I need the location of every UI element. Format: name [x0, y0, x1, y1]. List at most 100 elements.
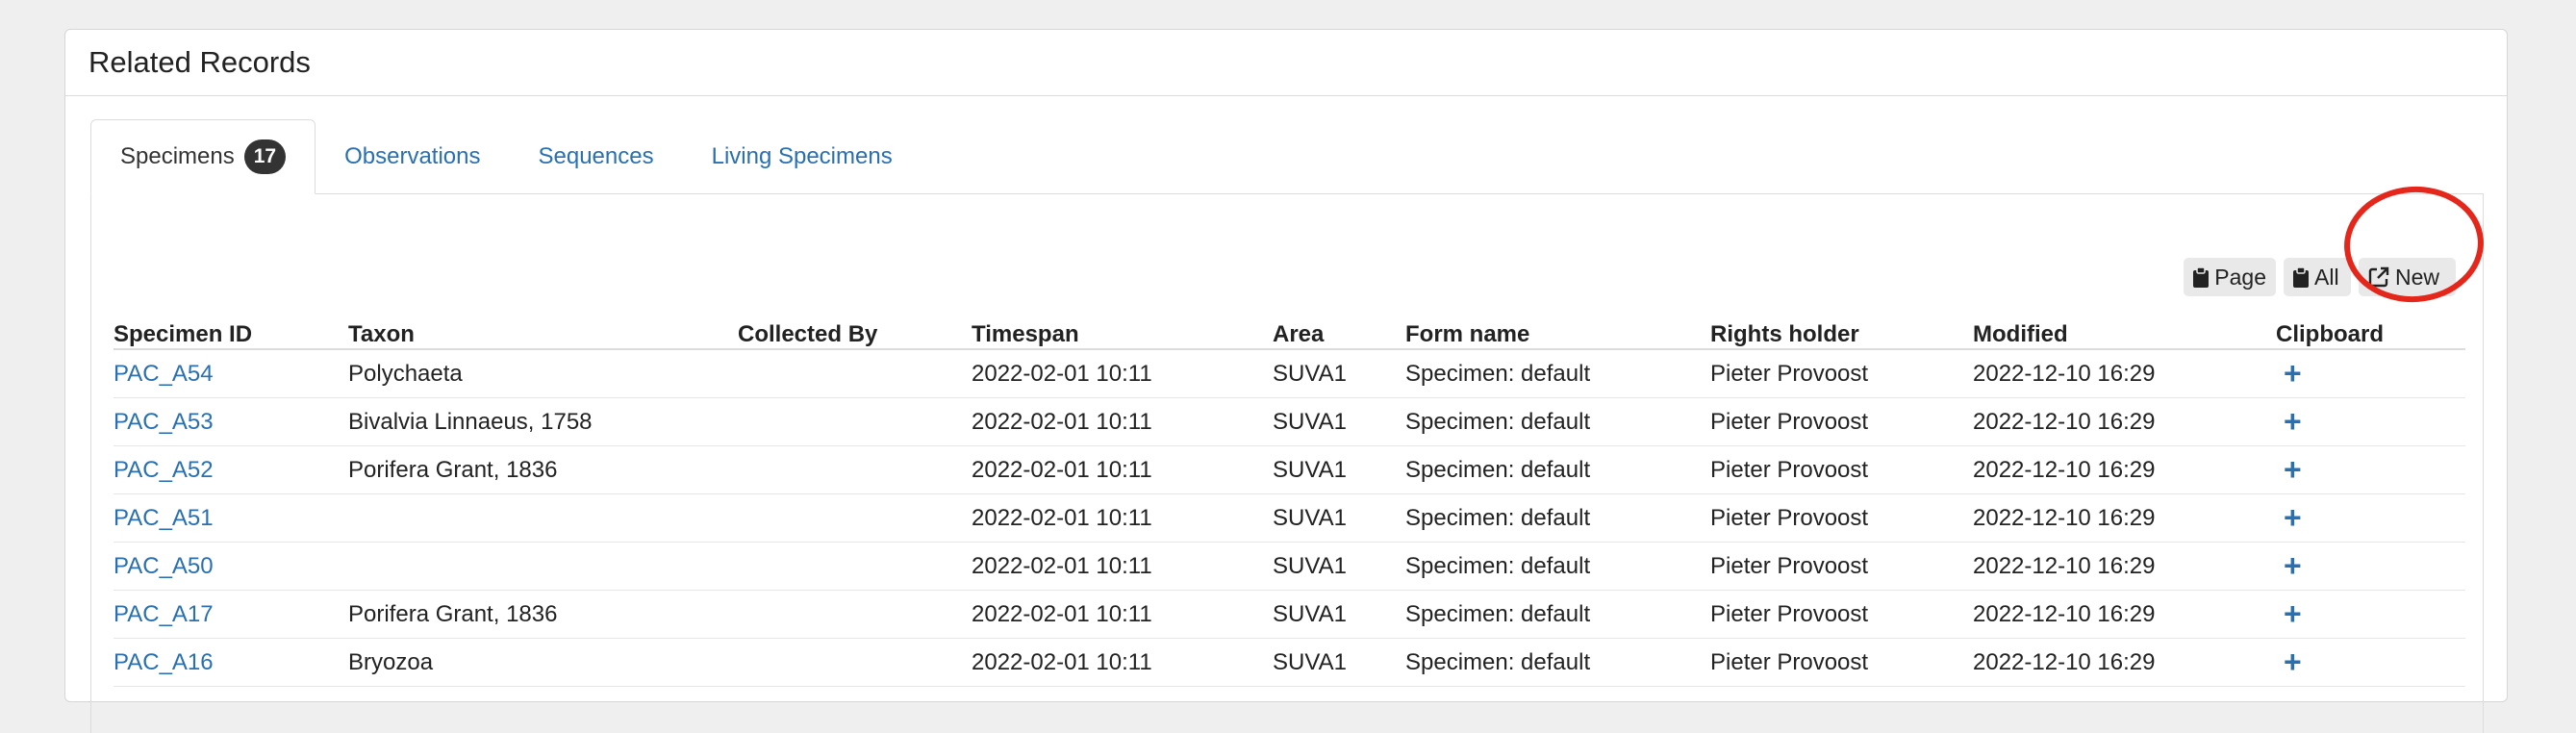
table-cell	[348, 542, 738, 591]
table-cell	[738, 638, 972, 687]
form-name-cell: Specimen: default	[1405, 552, 1591, 579]
table-cell: 2022-02-01 10:11	[972, 445, 1273, 494]
copy-all-to-clipboard-button[interactable]: All	[2284, 258, 2351, 296]
table-cell: Porifera Grant, 1836	[348, 590, 738, 639]
table-cell: Porifera Grant, 1836	[348, 445, 738, 494]
header-form-name[interactable]: Form name	[1405, 314, 1710, 350]
table-cell: 2022-12-10 16:29	[1973, 638, 2276, 687]
header-rights-holder[interactable]: Rights holder	[1710, 314, 1973, 350]
table-cell: Bryozoa	[348, 638, 738, 687]
table-cell: +	[2276, 542, 2465, 591]
add-to-clipboard-button[interactable]: +	[2276, 356, 2302, 391]
header-timespan[interactable]: Timespan	[972, 314, 1273, 350]
area-cell: SUVA1	[1273, 408, 1347, 435]
specimen-id-link[interactable]: PAC_A16	[114, 649, 214, 675]
table-cell: Pieter Provoost	[1710, 349, 1973, 398]
table-row: PAC_A16 Bryozoa 2022-02-01 10:11 SUVA1 Speci…	[114, 638, 2465, 687]
table-cell: Specimen: default	[1405, 542, 1710, 591]
tab-observations[interactable]: Observations	[316, 119, 509, 193]
rights-holder-cell: Pieter Provoost	[1710, 360, 1869, 387]
specimen-id-link[interactable]: PAC_A53	[114, 409, 214, 435]
add-to-clipboard-button[interactable]: +	[2276, 548, 2302, 583]
table-cell	[738, 349, 972, 398]
tab-specimens-label: Specimens	[120, 143, 235, 169]
tabs-area: Specimens 17 Observations Sequences Livi…	[90, 119, 2484, 194]
table-row: PAC_A53 Bivalvia Linnaeus, 1758 2022-02-01…	[114, 397, 2465, 446]
table-row: PAC_A52 Porifera Grant, 1836 2022-02-01 10…	[114, 445, 2465, 494]
table-cell	[738, 445, 972, 494]
add-to-clipboard-button[interactable]: +	[2276, 645, 2302, 679]
table-cell: 2022-02-01 10:11	[972, 397, 1273, 446]
area-cell: SUVA1	[1273, 456, 1347, 483]
header-specimen-id[interactable]: Specimen ID	[114, 314, 348, 350]
table-row: PAC_A50 2022-02-01 10:11 SUVA1 Specimen: de…	[114, 542, 2465, 591]
table-cell: Pieter Provoost	[1710, 445, 1973, 494]
panel-header: Related Records	[65, 30, 2507, 96]
taxon-cell: Bryozoa	[348, 648, 434, 675]
table-cell: 2022-02-01 10:11	[972, 590, 1273, 639]
table-cell	[738, 493, 972, 543]
table-cell: Bivalvia Linnaeus, 1758	[348, 397, 738, 446]
header-area[interactable]: Area	[1273, 314, 1405, 350]
specimen-id-link[interactable]: PAC_A52	[114, 457, 214, 483]
table-cell: Pieter Provoost	[1710, 493, 1973, 543]
header-modified[interactable]: Modified	[1973, 314, 2276, 350]
add-to-clipboard-button[interactable]: +	[2276, 452, 2302, 487]
table-cell: PAC_A53	[114, 397, 348, 446]
copy-page-to-clipboard-button[interactable]: Page	[2184, 258, 2276, 296]
table-cell: PAC_A54	[114, 349, 348, 398]
table-cell	[738, 542, 972, 591]
table-cell: 2022-02-01 10:11	[972, 638, 1273, 687]
form-name-cell: Specimen: default	[1405, 600, 1591, 627]
timespan-cell: 2022-02-01 10:11	[972, 600, 1152, 627]
table-cell: SUVA1	[1273, 493, 1405, 543]
modified-cell: 2022-12-10 16:29	[1973, 600, 2156, 627]
table-cell: Pieter Provoost	[1710, 638, 1973, 687]
form-name-cell: Specimen: default	[1405, 408, 1591, 435]
timespan-cell: 2022-02-01 10:11	[972, 408, 1152, 435]
taxon-cell: Bivalvia Linnaeus, 1758	[348, 408, 593, 435]
tab-specimens[interactable]: Specimens 17	[90, 119, 316, 194]
form-name-cell: Specimen: default	[1405, 360, 1591, 387]
timespan-cell: 2022-02-01 10:11	[972, 360, 1152, 387]
table-cell: Specimen: default	[1405, 638, 1710, 687]
table-cell: +	[2276, 493, 2465, 543]
tab-bar: Specimens 17 Observations Sequences Livi…	[90, 119, 2484, 194]
table-cell: 2022-02-01 10:11	[972, 542, 1273, 591]
table-body: PAC_A54 Polychaeta 2022-02-01 10:11 SUVA1 Sp…	[114, 349, 2465, 687]
header-taxon[interactable]: Taxon	[348, 314, 738, 350]
table-cell: SUVA1	[1273, 590, 1405, 639]
table-cell: Specimen: default	[1405, 349, 1710, 398]
header-collected-by[interactable]: Collected By	[738, 314, 972, 350]
rights-holder-cell: Pieter Provoost	[1710, 504, 1869, 531]
rights-holder-cell: Pieter Provoost	[1710, 456, 1869, 483]
table-cell: SUVA1	[1273, 397, 1405, 446]
table-cell: 2022-12-10 16:29	[1973, 445, 2276, 494]
table-cell: PAC_A16	[114, 638, 348, 687]
table-cell: Pieter Provoost	[1710, 590, 1973, 639]
area-cell: SUVA1	[1273, 360, 1347, 387]
tab-sequences[interactable]: Sequences	[510, 119, 683, 193]
add-to-clipboard-button[interactable]: +	[2276, 596, 2302, 631]
area-cell: SUVA1	[1273, 648, 1347, 675]
clipboard-icon	[2193, 266, 2210, 288]
table-cell: 2022-12-10 16:29	[1973, 590, 2276, 639]
form-name-cell: Specimen: default	[1405, 648, 1591, 675]
specimens-tab-content: Page All New Specimen ID Taxon Collected…	[90, 194, 2484, 733]
table-cell: PAC_A50	[114, 542, 348, 591]
timespan-cell: 2022-02-01 10:11	[972, 648, 1152, 675]
table-cell: Specimen: default	[1405, 590, 1710, 639]
taxon-cell: Porifera Grant, 1836	[348, 600, 558, 627]
add-to-clipboard-button[interactable]: +	[2276, 404, 2302, 439]
rights-holder-cell: Pieter Provoost	[1710, 648, 1869, 675]
tab-living-specimens[interactable]: Living Specimens	[683, 119, 922, 193]
modified-cell: 2022-12-10 16:29	[1973, 504, 2156, 531]
table-cell: Specimen: default	[1405, 493, 1710, 543]
specimen-id-link[interactable]: PAC_A51	[114, 505, 214, 531]
specimen-id-link[interactable]: PAC_A17	[114, 601, 214, 627]
add-to-clipboard-button[interactable]: +	[2276, 500, 2302, 535]
table-cell	[348, 493, 738, 543]
table-row: PAC_A51 2022-02-01 10:11 SUVA1 Specimen: de…	[114, 493, 2465, 543]
specimen-id-link[interactable]: PAC_A54	[114, 361, 214, 387]
specimen-id-link[interactable]: PAC_A50	[114, 553, 214, 579]
